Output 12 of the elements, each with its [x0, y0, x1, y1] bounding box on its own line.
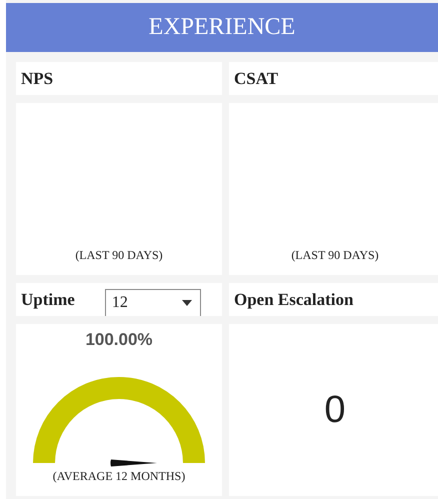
period-caption: (LAST 90 DAYS) — [75, 248, 163, 264]
panel-title: NPS — [21, 68, 54, 88]
period-caption: (LAST 90 DAYS) — [291, 248, 379, 264]
uptime-value: 100.00% — [85, 330, 153, 350]
period-caption: (AVERAGE 12 MONTHS) — [52, 469, 186, 485]
months-dropdown[interactable]: 12 — [104, 289, 201, 316]
panel-title: CSAT — [234, 68, 278, 88]
escalation-count: 0 — [324, 388, 346, 432]
section-title: EXPERIENCE — [148, 14, 296, 41]
panel-title: Uptime — [21, 290, 75, 310]
panel-title: Open Escalation — [234, 290, 354, 310]
caret-icon — [182, 300, 192, 306]
